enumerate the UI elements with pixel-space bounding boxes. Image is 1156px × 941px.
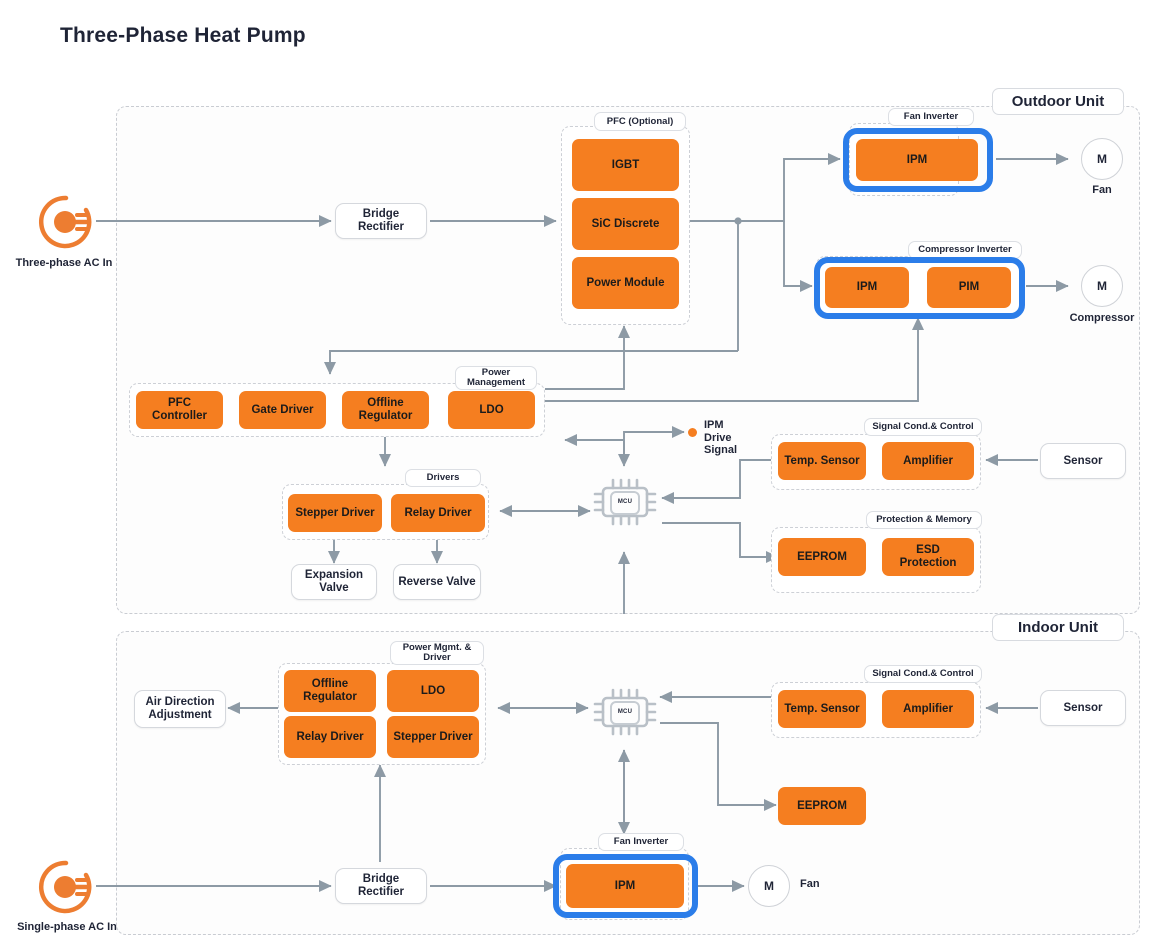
ipm-drive-signal-label: IPM Drive Signal	[704, 419, 774, 457]
indoor-fan-inverter-label: Fan Inverter	[598, 833, 684, 851]
pm-block-pfc-controller[interactable]: PFC Controller	[136, 391, 223, 429]
single-phase-ac-in-label: Single-phase AC In	[17, 921, 117, 933]
outdoor-bridge-rectifier[interactable]: Bridge Rectifier	[335, 203, 427, 239]
pm-block-ldo[interactable]: LDO	[448, 391, 535, 429]
label-line2: Valve	[319, 582, 349, 594]
compressor-inverter-pim[interactable]: PIM	[927, 267, 1011, 308]
esd-protection-block[interactable]: ESD Protection	[882, 538, 974, 576]
label-line2: Driver	[423, 652, 451, 663]
label-line2: Rectifier	[357, 221, 405, 233]
outdoor-fan-inverter-ipm[interactable]: IPM	[856, 139, 978, 181]
indoor-temp-sensor-block[interactable]: Temp. Sensor	[778, 690, 866, 728]
driver-block-stepper[interactable]: Stepper Driver	[288, 494, 382, 532]
indoor-bridge-rectifier[interactable]: Bridge Rectifier	[335, 868, 427, 904]
label-line2: Protection	[899, 557, 957, 569]
label-line2: Adjustment	[148, 709, 212, 721]
indoor-block-relay-driver[interactable]: Relay Driver	[284, 716, 376, 758]
pfc-block-power-module[interactable]: Power Module	[572, 257, 679, 309]
signal-line1: IPM	[704, 419, 724, 431]
outdoor-temp-sensor-block[interactable]: Temp. Sensor	[778, 442, 866, 480]
drivers-group-label: Drivers	[405, 469, 481, 487]
indoor-fan-motor-label: Fan	[800, 878, 820, 890]
indoor-eeprom-block[interactable]: EEPROM	[778, 787, 866, 825]
label-line2: Management	[466, 377, 526, 388]
indoor-amplifier-block[interactable]: Amplifier	[882, 690, 974, 728]
indoor-fan-inverter-ipm[interactable]: IPM	[566, 864, 684, 908]
compressor-motor-label: Compressor	[1069, 312, 1135, 324]
label-line1: ESD	[916, 544, 940, 557]
indoor-unit-label: Indoor Unit	[992, 614, 1124, 641]
air-direction-adjustment-box[interactable]: Air Direction Adjustment	[134, 690, 226, 728]
power-plug-icon	[36, 857, 96, 917]
diagram-canvas: Three-Phase Heat Pump Outdoor Unit Indoo…	[0, 0, 1156, 941]
indoor-block-stepper-driver[interactable]: Stepper Driver	[387, 716, 479, 758]
pm-block-gate-driver[interactable]: Gate Driver	[239, 391, 326, 429]
mcu-label: MCU	[617, 709, 633, 715]
page-title: Three-Phase Heat Pump	[60, 24, 306, 47]
signal-line3: Signal	[704, 444, 738, 457]
pfc-group-label: PFC (Optional)	[594, 112, 686, 131]
power-plug-icon	[36, 192, 96, 252]
outdoor-fan-inverter-label: Fan Inverter	[888, 108, 974, 126]
mcu-label: MCU	[617, 499, 633, 505]
indoor-block-ldo[interactable]: LDO	[387, 670, 479, 712]
driver-block-relay[interactable]: Relay Driver	[391, 494, 485, 532]
pfc-block-igbt[interactable]: IGBT	[572, 139, 679, 191]
label-line1: Air Direction	[145, 696, 215, 709]
outdoor-signal-cond-label: Signal Cond.& Control	[864, 418, 982, 436]
label-line2: Rectifier	[357, 886, 405, 898]
indoor-power-mgmt-driver-label: Power Mgmt. & Driver	[390, 641, 484, 665]
eeprom-block-outdoor[interactable]: EEPROM	[778, 538, 866, 576]
fan-motor-symbol: M	[1081, 138, 1123, 180]
label-line1: Bridge	[362, 208, 400, 221]
power-management-label: Power Management	[455, 366, 537, 390]
label-line2: Regulator	[303, 691, 357, 703]
label-line1: Expansion	[304, 569, 364, 582]
indoor-mcu[interactable]: MCU	[589, 676, 661, 748]
compressor-inverter-ipm[interactable]: IPM	[825, 267, 909, 308]
indoor-fan-motor-symbol: M	[748, 865, 790, 907]
indoor-sensor-box[interactable]: Sensor	[1040, 690, 1126, 726]
label-line2: Regulator	[358, 410, 413, 422]
outdoor-amplifier-block[interactable]: Amplifier	[882, 442, 974, 480]
signal-line2: Drive	[704, 431, 732, 444]
compressor-motor-symbol: M	[1081, 265, 1123, 307]
reverse-valve-box[interactable]: Reverse Valve	[393, 564, 481, 600]
fan-motor-label: Fan	[1092, 184, 1112, 196]
protection-memory-label: Protection & Memory	[866, 511, 982, 529]
label-line1: Offline	[311, 678, 349, 691]
outdoor-sensor-box[interactable]: Sensor	[1040, 443, 1126, 479]
indoor-block-offline-regulator[interactable]: Offline Regulator	[284, 670, 376, 712]
label-line1: Bridge	[362, 873, 400, 886]
indoor-signal-cond-label: Signal Cond.& Control	[864, 665, 982, 683]
pfc-block-sic-discrete[interactable]: SiC Discrete	[572, 198, 679, 250]
three-phase-ac-in-label: Three-phase AC In	[15, 257, 113, 269]
orange-dot-icon	[688, 428, 697, 437]
expansion-valve-box[interactable]: Expansion Valve	[291, 564, 377, 600]
pm-block-offline-regulator[interactable]: Offline Regulator	[342, 391, 429, 429]
outdoor-unit-label: Outdoor Unit	[992, 88, 1124, 115]
label-line1: Offline	[367, 397, 404, 410]
outdoor-mcu[interactable]: MCU	[589, 466, 661, 538]
